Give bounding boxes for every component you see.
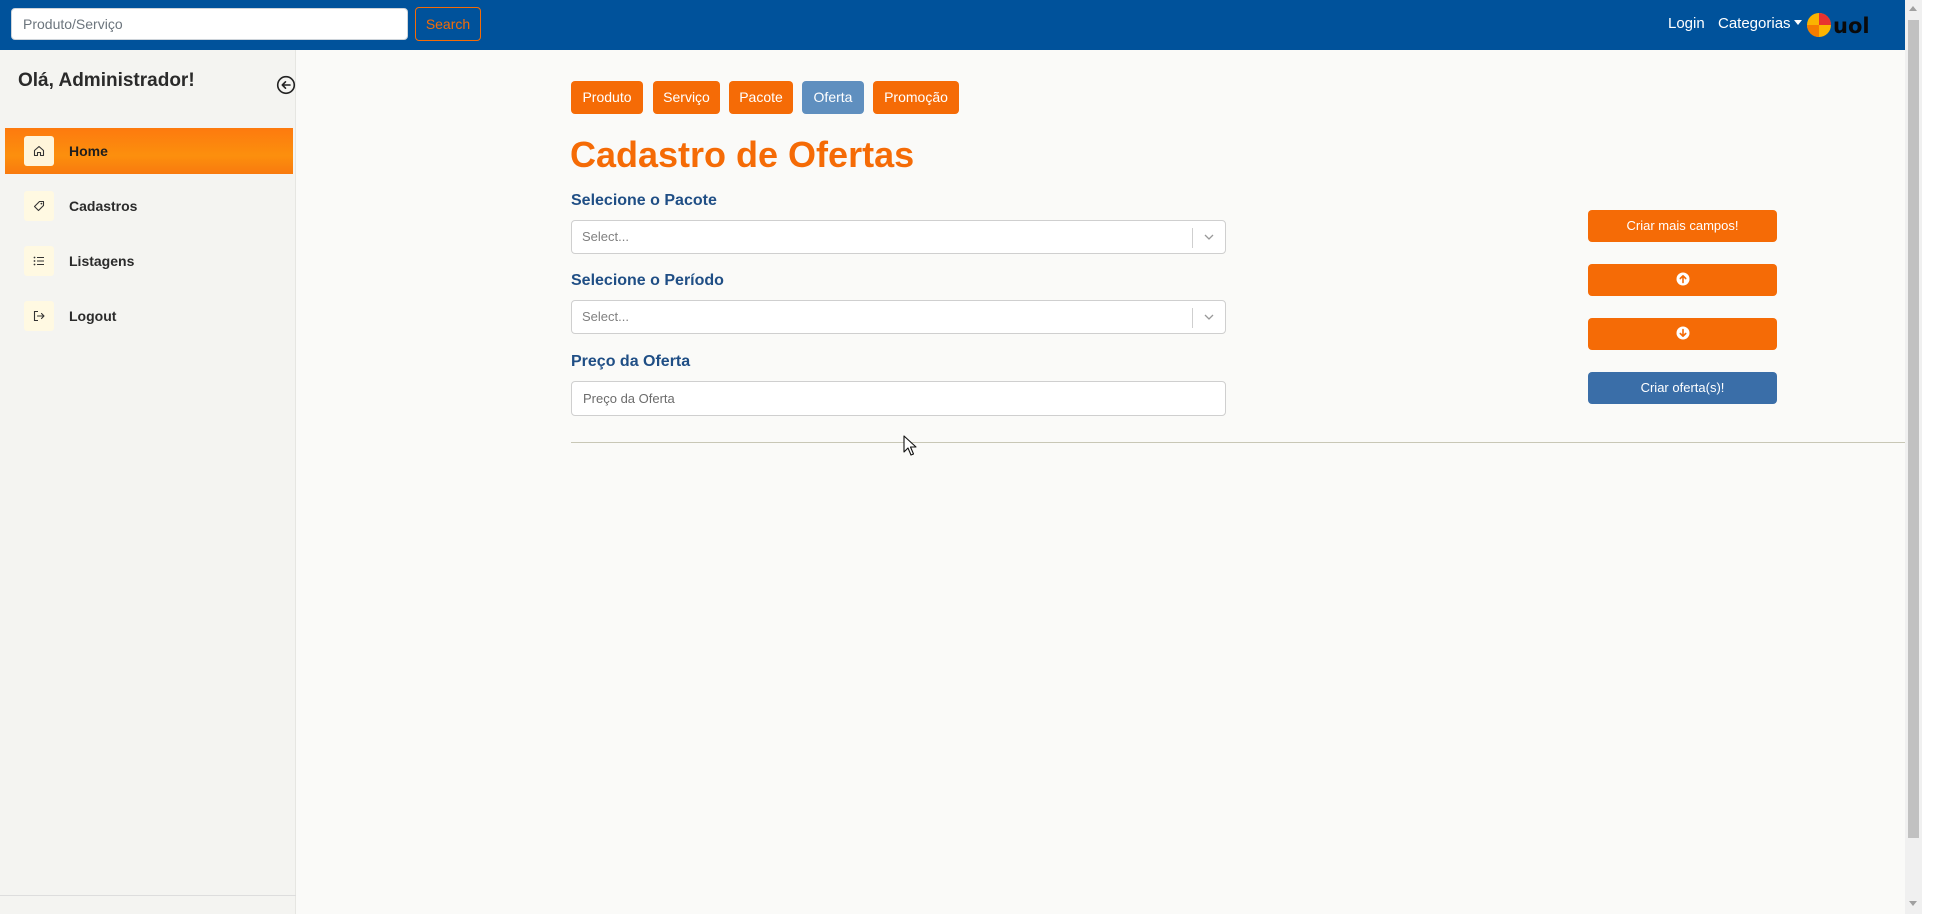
list-icon bbox=[24, 246, 54, 276]
login-link[interactable]: Login bbox=[1668, 15, 1705, 32]
pacote-label: Selecione o Pacote bbox=[571, 192, 717, 209]
preco-input[interactable]: Preço da Oferta bbox=[571, 381, 1226, 416]
home-icon bbox=[24, 136, 54, 166]
sidebar-item-label: Logout bbox=[69, 308, 117, 324]
periodo-select[interactable]: Select... bbox=[571, 300, 1226, 334]
sidebar-item-listagens[interactable]: Listagens bbox=[5, 238, 293, 284]
pacote-select[interactable]: Select... bbox=[571, 220, 1226, 254]
tab-oferta[interactable]: Oferta bbox=[802, 81, 864, 114]
scroll-down-icon[interactable] bbox=[1909, 901, 1917, 906]
tab-produto[interactable]: Produto bbox=[571, 81, 643, 114]
mouse-cursor-icon bbox=[903, 435, 917, 456]
caret-down-icon bbox=[1793, 20, 1802, 25]
greeting: Olá, Administrador! bbox=[18, 70, 195, 91]
sidebar-divider bbox=[0, 895, 296, 896]
move-up-button[interactable] bbox=[1588, 264, 1777, 296]
tab-pacote[interactable]: Pacote bbox=[729, 81, 793, 114]
scroll-thumb[interactable] bbox=[1908, 20, 1919, 838]
periodo-select-placeholder: Select... bbox=[582, 309, 629, 324]
move-down-button[interactable] bbox=[1588, 318, 1777, 350]
sidebar: Olá, Administrador! Home Cadastros Lista… bbox=[0, 50, 296, 914]
tag-icon bbox=[24, 191, 54, 221]
sidebar-item-cadastros[interactable]: Cadastros bbox=[5, 183, 293, 229]
top-navbar: Produto/Serviço Search Login Categorias … bbox=[0, 0, 1905, 50]
arrow-down-circle-icon bbox=[1676, 326, 1689, 340]
criar-mais-campos-button[interactable]: Criar mais campos! bbox=[1588, 210, 1777, 242]
window-edge bbox=[1922, 0, 1954, 914]
preco-label: Preço da Oferta bbox=[571, 353, 691, 370]
categorias-label: Categorias bbox=[1718, 15, 1791, 32]
scroll-up-icon[interactable] bbox=[1909, 6, 1917, 11]
sidebar-item-label: Home bbox=[69, 143, 108, 159]
select-separator bbox=[1192, 228, 1193, 248]
collapse-sidebar-icon[interactable] bbox=[276, 75, 296, 95]
criar-ofertas-button[interactable]: Criar oferta(s)! bbox=[1588, 372, 1777, 404]
chevron-down-icon[interactable] bbox=[1202, 310, 1216, 324]
chevron-down-icon[interactable] bbox=[1202, 230, 1216, 244]
page-title: Cadastro de Ofertas bbox=[570, 134, 915, 175]
logout-icon bbox=[24, 301, 54, 331]
page-scrollbar[interactable] bbox=[1905, 0, 1922, 914]
sidebar-item-label: Listagens bbox=[69, 253, 135, 269]
categorias-dropdown[interactable]: Categorias bbox=[1718, 15, 1802, 32]
logo-text: uol bbox=[1833, 14, 1870, 38]
arrow-up-circle-icon bbox=[1676, 272, 1689, 286]
uol-logo[interactable]: uol bbox=[1806, 10, 1882, 40]
periodo-label: Selecione o Período bbox=[571, 272, 724, 289]
pacote-select-placeholder: Select... bbox=[582, 229, 629, 244]
sidebar-item-home[interactable]: Home bbox=[5, 128, 293, 174]
search-input[interactable]: Produto/Serviço bbox=[11, 8, 408, 40]
tab-servico[interactable]: Serviço bbox=[653, 81, 720, 114]
sidebar-item-label: Cadastros bbox=[69, 198, 138, 214]
form-divider bbox=[571, 442, 1905, 443]
sidebar-item-logout[interactable]: Logout bbox=[5, 293, 293, 339]
search-button[interactable]: Search bbox=[415, 7, 481, 41]
tab-promocao[interactable]: Promoção bbox=[873, 81, 959, 114]
select-separator bbox=[1192, 308, 1193, 328]
